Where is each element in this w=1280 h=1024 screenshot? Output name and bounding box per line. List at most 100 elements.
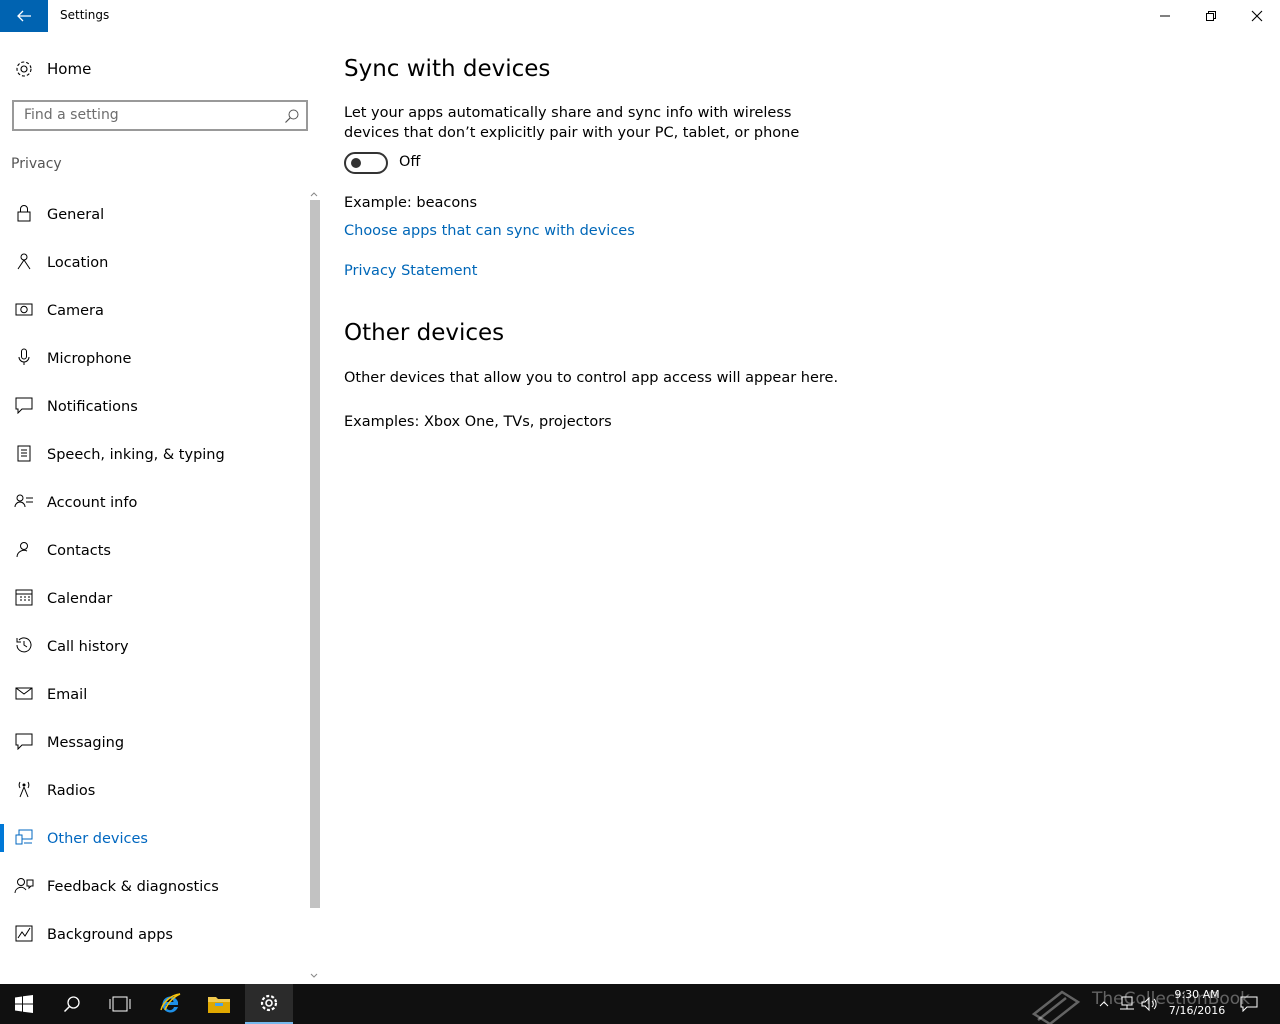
sidebar-item-label: Camera <box>47 303 104 319</box>
sync-toggle[interactable] <box>344 152 388 174</box>
scroll-thumb[interactable] <box>310 200 320 908</box>
account-icon <box>14 494 33 508</box>
sidebar-item-location[interactable]: Location <box>0 240 306 280</box>
toggle-state-label: Off <box>399 154 421 170</box>
sidebar-item-messaging[interactable]: Messaging <box>0 720 306 760</box>
sidebar-item-label: Feedback & diagnostics <box>47 879 219 895</box>
active-indicator <box>0 824 4 852</box>
sidebar-item-background-apps[interactable]: Background apps <box>0 912 306 952</box>
gear-icon <box>16 61 32 77</box>
folder-icon <box>208 997 230 1013</box>
system-clock[interactable]: 9:30 AM 7/16/2016 <box>1162 987 1232 1019</box>
search-input[interactable]: Find a setting <box>24 107 119 123</box>
sidebar-item-radios[interactable]: Radios <box>0 768 306 808</box>
sidebar-item-label: Call history <box>47 639 129 655</box>
sidebar-item-label: Calendar <box>47 591 113 607</box>
sidebar-item-notifications[interactable]: Notifications <box>0 384 306 424</box>
sidebar-item-camera[interactable]: Camera <box>0 288 306 328</box>
other-devices-description: Other devices that allow you to control … <box>344 370 839 386</box>
scroll-up-icon[interactable] <box>308 188 320 200</box>
windows-logo-icon <box>15 995 33 1013</box>
search-icon <box>63 996 80 1013</box>
example-beacons: Example: beacons <box>344 195 477 211</box>
notifications-icon <box>15 397 33 414</box>
sidebar-item-general[interactable]: General <box>0 192 306 232</box>
contacts-icon <box>16 542 28 558</box>
devices-icon <box>15 829 33 845</box>
internet-explorer-icon <box>160 993 181 1013</box>
sidebar-item-label: General <box>47 207 105 223</box>
window-title: Settings <box>60 8 110 22</box>
choose-apps-link[interactable]: Choose apps that can sync with devices <box>344 223 635 239</box>
sidebar-item-call-history[interactable]: Call history <box>0 624 306 664</box>
chevron-up-icon[interactable] <box>1098 998 1110 1010</box>
sidebar-item-label: Other devices <box>47 831 148 847</box>
sidebar-item-calendar[interactable]: Calendar <box>0 576 306 616</box>
sidebar-item-label: Location <box>47 255 109 271</box>
radio-tower-icon <box>18 781 30 798</box>
book-logo-icon <box>1031 990 1081 1024</box>
sidebar-item-contacts[interactable]: Contacts <box>0 528 306 568</box>
toggle-knob <box>351 158 361 168</box>
search-taskbar-button[interactable] <box>48 984 96 1024</box>
sidebar-item-speech[interactable]: Speech, inking, & typing <box>0 432 306 472</box>
clock-date: 7/16/2016 <box>1168 1004 1226 1017</box>
feedback-icon <box>14 878 34 894</box>
sidebar-item-feedback[interactable]: Feedback & diagnostics <box>0 864 306 904</box>
home-nav-item[interactable]: Home <box>0 52 320 86</box>
microphone-icon <box>18 348 30 365</box>
back-arrow-icon <box>17 10 31 22</box>
clock-time: 9:30 AM <box>1174 988 1220 1001</box>
other-devices-title: Other devices <box>344 320 505 346</box>
clipboard-icon <box>17 445 31 462</box>
sidebar-item-label: Radios <box>47 783 96 799</box>
sidebar-item-label: Microphone <box>47 351 132 367</box>
search-icon[interactable] <box>284 108 300 124</box>
close-button[interactable] <box>1234 0 1280 32</box>
start-button[interactable] <box>0 984 48 1024</box>
sidebar-item-label: Speech, inking, & typing <box>47 447 225 463</box>
back-button[interactable] <box>0 0 48 32</box>
privacy-nav-list: General Location Camera Microphone Notif… <box>0 188 306 978</box>
taskbar: TheCollectionBook 9:30 AM 7/16/2016 <box>0 984 1280 1024</box>
history-icon <box>16 637 32 653</box>
sync-description-2: devices that don’t explicitly pair with … <box>344 125 800 141</box>
sidebar-item-account-info[interactable]: Account info <box>0 480 306 520</box>
camera-icon <box>15 303 33 316</box>
calendar-icon <box>15 589 33 606</box>
settings-taskbar-button[interactable] <box>245 984 293 1024</box>
network-icon[interactable] <box>1118 996 1136 1012</box>
minimize-icon <box>1160 15 1170 17</box>
sidebar-item-label: Notifications <box>47 399 138 415</box>
sidebar-item-label: Email <box>47 687 88 703</box>
action-center-icon[interactable] <box>1240 996 1258 1012</box>
sidebar-scrollbar[interactable] <box>308 188 320 984</box>
privacy-statement-link[interactable]: Privacy Statement <box>344 263 477 279</box>
gear-icon <box>260 994 278 1012</box>
sidebar-item-label: Messaging <box>47 735 125 751</box>
sidebar-item-label: Background apps <box>47 927 173 943</box>
sync-description-1: Let your apps automatically share and sy… <box>344 105 792 121</box>
restore-icon <box>1206 11 1216 21</box>
chart-icon <box>15 925 33 942</box>
sidebar-item-other-devices[interactable]: Other devices <box>0 816 306 856</box>
task-view-icon <box>109 996 131 1012</box>
scroll-down-icon[interactable] <box>308 970 320 982</box>
restore-button[interactable] <box>1188 0 1234 32</box>
lock-icon <box>17 205 31 222</box>
search-box[interactable]: Find a setting <box>12 100 308 131</box>
file-explorer-button[interactable] <box>195 984 243 1024</box>
mail-icon <box>15 687 33 700</box>
title-bar: Settings <box>0 0 1280 32</box>
close-icon <box>1251 10 1263 22</box>
sync-title: Sync with devices <box>344 56 551 82</box>
task-view-button[interactable] <box>96 984 144 1024</box>
location-icon <box>17 253 31 270</box>
volume-icon[interactable] <box>1140 996 1158 1012</box>
sidebar-item-label: Contacts <box>47 543 111 559</box>
edge-browser-button[interactable] <box>146 984 194 1024</box>
minimize-button[interactable] <box>1142 0 1188 32</box>
sidebar-item-email[interactable]: Email <box>0 672 306 712</box>
sidebar-item-microphone[interactable]: Microphone <box>0 336 306 376</box>
home-label: Home <box>47 60 92 78</box>
